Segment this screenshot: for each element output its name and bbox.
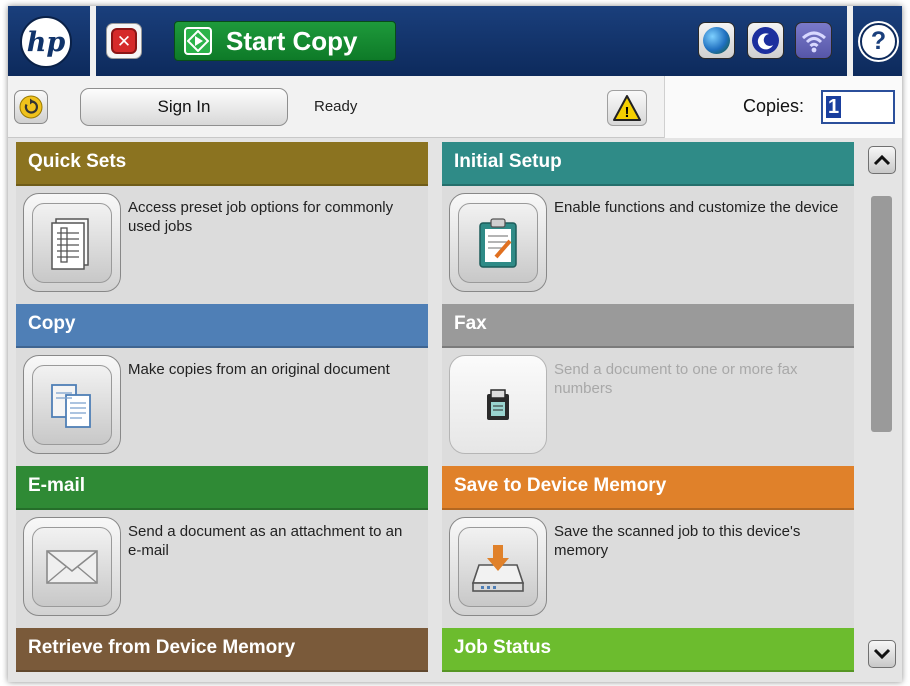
divider	[90, 6, 96, 76]
chevron-down-icon	[873, 648, 891, 660]
initial-setup-button[interactable]	[449, 193, 547, 292]
save-to-memory-button[interactable]	[449, 517, 547, 616]
tile-copy[interactable]: Copy Make copies from an original docume…	[16, 304, 428, 466]
quick-sets-button[interactable]	[23, 193, 121, 292]
scrollbar-thumb[interactable]	[871, 196, 892, 432]
copies-value: 1	[826, 96, 842, 118]
tile-save-to-device-memory[interactable]: Save to Device Memory Save the scanned j…	[442, 466, 854, 628]
home-button[interactable]	[14, 90, 48, 124]
fax-icon	[458, 365, 538, 445]
envelope-icon	[32, 526, 112, 607]
tile-title: Copy	[16, 304, 428, 348]
tile-description: Enable functions and customize the devic…	[554, 199, 839, 216]
chevron-up-icon	[873, 154, 891, 166]
start-icon	[184, 27, 212, 55]
clipboard-icon	[458, 202, 538, 283]
tile-fax[interactable]: Fax Send a document to one or more fax n…	[442, 304, 854, 466]
tile-description: Make copies from an original document	[128, 361, 390, 378]
save-to-memory-icon	[458, 526, 538, 607]
scroll-up-button[interactable]	[868, 146, 896, 174]
stop-icon: ✕	[111, 28, 137, 54]
scroll-down-button[interactable]	[868, 640, 896, 668]
sleep-button[interactable]	[747, 22, 784, 59]
status-bar: Sign In Ready ! Copies: 1	[8, 76, 902, 138]
start-copy-button[interactable]: Start Copy	[174, 21, 396, 61]
quick-sets-icon	[32, 202, 112, 283]
copy-documents-icon	[32, 364, 112, 445]
tile-title: Initial Setup	[442, 142, 854, 186]
copies-label: Copies:	[743, 96, 805, 116]
help-button[interactable]: ?	[855, 6, 902, 76]
tile-description: Send a document to one or more fax numbe…	[554, 361, 798, 397]
tile-title: Quick Sets	[16, 142, 428, 186]
hp-logo[interactable]: hp	[20, 16, 72, 68]
device-status-text: Ready	[314, 98, 358, 115]
copies-area: Copies: 1	[664, 76, 902, 138]
tile-title: Retrieve from Device Memory	[16, 628, 428, 672]
copies-input[interactable]: 1	[821, 90, 895, 124]
divider	[847, 6, 853, 76]
tile-job-status[interactable]: Job Status	[442, 628, 854, 672]
tile-description: Access preset job options for commonly u…	[128, 199, 394, 235]
tile-email[interactable]: E-mail Send a document as an attachment …	[16, 466, 428, 628]
fax-button[interactable]	[449, 355, 547, 454]
printer-control-panel: hp ✕ Start Copy ? Sign In Ready ! Copies…	[8, 6, 902, 682]
tile-title: Job Status	[442, 628, 854, 672]
top-bar: hp ✕ Start Copy ?	[8, 6, 902, 76]
tile-description: Send a document as an attachment to an e…	[128, 523, 403, 559]
start-copy-label: Start Copy	[226, 25, 358, 56]
tile-retrieve-from-device-memory[interactable]: Retrieve from Device Memory	[16, 628, 428, 672]
globe-icon	[703, 27, 730, 54]
alert-button[interactable]: !	[607, 90, 647, 126]
help-icon: ?	[860, 22, 897, 60]
wifi-icon	[801, 31, 826, 52]
svg-text:!: !	[625, 104, 630, 121]
scrollbar[interactable]	[860, 140, 902, 682]
wireless-button[interactable]	[795, 22, 832, 59]
tile-quick-sets[interactable]: Quick Sets Access preset job options for…	[16, 142, 428, 304]
sign-in-button[interactable]: Sign In	[80, 88, 288, 126]
warning-icon: !	[613, 95, 641, 121]
tile-title: Fax	[442, 304, 854, 348]
stop-button[interactable]: ✕	[106, 23, 142, 59]
refresh-icon	[19, 95, 43, 119]
network-globe-button[interactable]	[698, 22, 735, 59]
tile-initial-setup[interactable]: Initial Setup Enable functions and custo…	[442, 142, 854, 304]
tile-title: Save to Device Memory	[442, 466, 854, 510]
email-button[interactable]	[23, 517, 121, 616]
moon-icon	[752, 27, 779, 54]
tile-description: Save the scanned job to this device's me…	[554, 523, 801, 559]
copy-button[interactable]	[23, 355, 121, 454]
tile-title: E-mail	[16, 466, 428, 510]
